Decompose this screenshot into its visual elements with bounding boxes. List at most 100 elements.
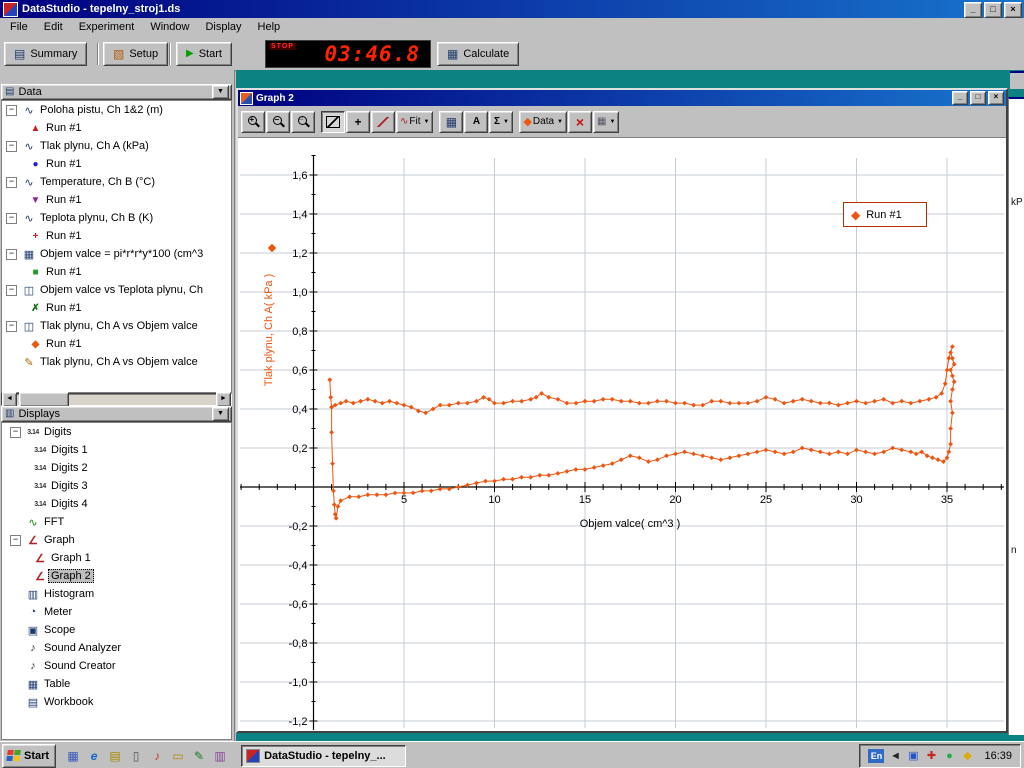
maximize-button[interactable]: □ [984,2,1002,18]
zoom-in-button[interactable]: + [241,111,265,133]
svg-text:-1,2: -1,2 [289,716,308,728]
setup-button[interactable]: ▧ Setup [103,42,168,66]
display-item-sound-analyzer[interactable]: ♪Sound Analyzer [2,639,231,657]
data-item[interactable]: −∿Poloha pistu, Ch 1&2 (m) [2,101,231,119]
sound-icon: ♪ [25,660,41,672]
quicklaunch-folder-icon[interactable]: ▭ [169,747,187,765]
fit-dropdown-button[interactable]: ∿ Fit ▼ [396,111,433,133]
display-item-label: Sound Analyzer [41,641,124,655]
zoom-out-button[interactable]: − [266,111,290,133]
task-button-datastudio[interactable]: DataStudio - tepelny_... [241,745,406,767]
collapse-box[interactable]: − [10,535,21,546]
data-tree-hscrollbar[interactable]: ◄ ► [1,393,232,406]
collapse-box[interactable]: − [6,285,17,296]
tray-antivirus-icon[interactable]: ✚ [924,748,938,764]
tray-display-icon[interactable]: ▣ [906,748,920,764]
menu-help[interactable]: Help [250,19,289,35]
run-item[interactable]: +Run #1 [2,227,231,245]
data-item[interactable]: −◫Objem valce vs Teplota plynu, Ch [2,281,231,299]
tray-volume-icon[interactable]: ◄ [888,748,902,764]
data-item[interactable]: −∿Temperature, Ch B (°C) [2,173,231,191]
display-item-graph-1[interactable]: ∠Graph 1 [2,549,231,567]
display-item-digits-4[interactable]: 3.14Digits 4 [2,495,231,513]
collapse-box[interactable]: − [6,321,17,332]
display-item-sound-creator[interactable]: ♪Sound Creator [2,657,231,675]
close-button[interactable]: × [1004,2,1022,18]
display-item-meter[interactable]: ◔Meter [2,603,231,621]
run-item[interactable]: ✗Run #1 [2,299,231,317]
zoom-select-button[interactable]: □ [291,111,315,133]
run-item[interactable]: ◆Run #1 [2,335,231,353]
menu-edit[interactable]: Edit [36,19,71,35]
scroll-thumb[interactable] [19,392,69,407]
run-item[interactable]: ●Run #1 [2,155,231,173]
text-annotation-button[interactable]: A [464,111,488,133]
quicklaunch-doc-icon[interactable]: ▯ [127,747,145,765]
display-item-graph[interactable]: −∠Graph [2,531,231,549]
quicklaunch-browser-icon[interactable]: e [85,747,103,765]
collapse-box[interactable]: − [6,177,17,188]
start-menu-button[interactable]: Start [2,744,56,768]
summary-button[interactable]: ▤ Summary [4,42,87,66]
remove-data-button[interactable]: × [568,111,592,133]
graph-settings-button[interactable]: ▦ ▼ [593,111,619,133]
start-button[interactable]: ▶ Start [176,42,232,66]
collapse-box[interactable]: − [6,213,17,224]
legend[interactable]: ◆ Run #1 [843,202,927,227]
run-item[interactable]: ▲Run #1 [2,119,231,137]
tray-scheduler-icon[interactable]: ◆ [960,748,974,764]
run-item[interactable]: ■Run #1 [2,263,231,281]
keyboard-layout-indicator[interactable]: En [868,749,884,763]
scale-to-fit-button[interactable] [321,111,345,133]
graph-calculator-button[interactable]: ▦ [439,111,463,133]
graph-maximize-button[interactable]: □ [970,91,986,105]
scroll-left-button[interactable]: ◄ [2,392,17,407]
display-item-graph-2[interactable]: ∠Graph 2 [2,567,231,585]
display-item-digits-1[interactable]: 3.14Digits 1 [2,441,231,459]
data-item-label: Tlak plynu, Ch A vs Objem valce [37,319,201,333]
quicklaunch-mail-icon[interactable]: ▤ [106,747,124,765]
menu-display[interactable]: Display [197,19,249,35]
menu-file[interactable]: File [2,19,36,35]
menu-window[interactable]: Window [142,19,197,35]
display-item-fft[interactable]: ∿FFT [2,513,231,531]
graph-title-bar[interactable]: Graph 2 _ □ × [238,90,1006,106]
data-dropdown-arrow[interactable]: ▼ [212,85,229,99]
data-item[interactable]: −∿Tlak plynu, Ch A (kPa) [2,137,231,155]
scroll-right-button[interactable]: ► [216,392,231,407]
collapse-box[interactable]: − [10,427,21,438]
display-item-scope[interactable]: ▣Scope [2,621,231,639]
data-dropdown-button[interactable]: ◆ Data ▼ [519,111,567,133]
collapse-box[interactable]: − [6,249,17,260]
display-item-digits[interactable]: −3.14Digits [2,423,231,441]
quicklaunch-pen-icon[interactable]: ✎ [190,747,208,765]
graph-minimize-button[interactable]: _ [952,91,968,105]
statistics-dropdown-button[interactable]: Σ ▼ [489,111,513,133]
collapse-box[interactable]: − [6,141,17,152]
display-item-digits-2[interactable]: 3.14Digits 2 [2,459,231,477]
collapse-box[interactable]: − [6,105,17,116]
run-item[interactable]: ▼Run #1 [2,191,231,209]
display-item-table[interactable]: ▦Table [2,675,231,693]
minimize-button[interactable]: _ [964,2,982,18]
data-item[interactable]: −▦Objem valce = pi*r*r*y*100 (cm^3 [2,245,231,263]
graph-close-button[interactable]: × [988,91,1004,105]
displays-dropdown-arrow[interactable]: ▼ [212,407,229,421]
quicklaunch-chart-icon[interactable]: ▥ [211,747,229,765]
calculate-button[interactable]: ▦ Calculate [437,42,519,66]
data-item[interactable]: ✎Tlak plynu, Ch A vs Objem valce [2,353,231,371]
quicklaunch-media-icon[interactable]: ♪ [148,747,166,765]
display-item-workbook[interactable]: ▤Workbook [2,693,231,711]
display-item-histogram[interactable]: ▥Histogram [2,585,231,603]
svg-text:0,4: 0,4 [292,404,307,416]
smart-tool-button[interactable]: + [346,111,370,133]
data-item[interactable]: −∿Teplota plynu, Ch B (K) [2,209,231,227]
displays-section-header[interactable]: ▥ Displays ▼ [1,406,232,422]
slope-tool-button[interactable] [371,111,395,133]
data-section-header[interactable]: ▤ Data ▼ [1,84,232,100]
menu-experiment[interactable]: Experiment [71,19,143,35]
tray-updater-icon[interactable]: ● [942,748,956,764]
display-item-digits-3[interactable]: 3.14Digits 3 [2,477,231,495]
data-item[interactable]: −◫Tlak plynu, Ch A vs Objem valce [2,317,231,335]
quicklaunch-desktop-icon[interactable]: ▦ [64,747,82,765]
